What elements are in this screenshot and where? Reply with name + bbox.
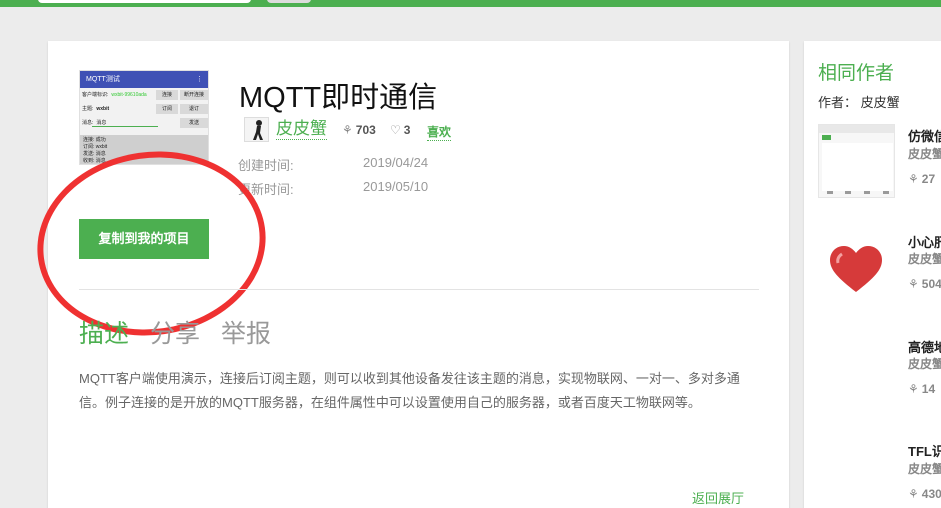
sidebar-item-count-value: 504: [921, 277, 941, 291]
heart-icon: ♡: [390, 123, 401, 137]
preview-send-button: 发送: [180, 118, 208, 128]
preview-log-line: 订阅: wxbit: [83, 144, 108, 150]
updated-value: 2019/05/10: [363, 179, 429, 194]
preview-log-line: 连接: 成功: [83, 137, 106, 143]
sidebar-item-count: ⚘ 430: [908, 487, 941, 501]
preview-unsubscribe-button: 退订: [180, 104, 208, 114]
back-to-gallery-link[interactable]: 返回展厅: [692, 488, 744, 507]
preview-app-bar: MQTT测试 ⋮: [80, 71, 208, 88]
tree-icon: ⚘: [908, 172, 919, 186]
views-value: 703: [355, 123, 376, 137]
tree-icon: ⚘: [908, 487, 919, 501]
sidebar-item-author: 皮皮蟹: [908, 147, 941, 161]
sidebar-author-line: 作者： 皮皮蟹: [818, 95, 900, 110]
project-title: MQTT即时通信: [239, 82, 438, 114]
author-name-link[interactable]: 皮皮蟹: [276, 119, 327, 140]
sidebar-item-author: 皮皮蟹: [908, 252, 941, 266]
preview-menu-icon: ⋮: [196, 76, 203, 83]
preview-client-row: 客户端标识: wxbit-99610ada 连接 断开连接: [80, 88, 208, 102]
heart-icon: [830, 246, 882, 292]
sidebar-title: 相同作者: [818, 63, 895, 84]
wechat-clone-screenshot-icon: [819, 125, 894, 194]
tab-share[interactable]: 分享: [150, 314, 200, 350]
likes-count: ♡ 3: [390, 123, 410, 137]
preview-client-value: wxbit-99610ada: [111, 92, 147, 98]
tree-icon: ⚘: [908, 277, 919, 291]
preview-subscribe-button: 订阅: [156, 104, 178, 114]
section-divider: [79, 289, 759, 290]
sidebar-item-count: ⚘ 27: [908, 172, 935, 186]
avatar-figure-icon: [245, 118, 268, 141]
tab-report[interactable]: 举报: [221, 314, 271, 350]
preview-log-line: 收到: 消息: [83, 158, 106, 164]
sidebar-item-name[interactable]: 仿微信: [908, 126, 941, 145]
views-count: ⚘ 703: [342, 123, 376, 137]
sidebar-item-name[interactable]: 高德地: [908, 337, 941, 356]
preview-connect-button: 连接: [156, 90, 178, 100]
sidebar-item-author: 皮皮蟹: [908, 462, 941, 476]
sidebar-item-name[interactable]: 小心肝: [908, 232, 941, 251]
preview-topic-value: wxbit: [96, 106, 110, 112]
created-value: 2019/04/24: [363, 155, 429, 170]
tree-icon: ⚘: [342, 123, 353, 137]
preview-topic-row: 主题: wxbit 订阅 退订: [80, 102, 208, 116]
preview-topic-label: 主题:: [82, 106, 94, 112]
sidebar-item-thumbnail[interactable]: [818, 232, 895, 306]
preview-input-underline: [92, 126, 158, 127]
likes-value: 3: [403, 123, 411, 137]
preview-log: 连接: 成功 订阅: wxbit 发送: 消息 收到: 消息: [80, 135, 208, 164]
app-preview-screenshot: MQTT测试 ⋮ 客户端标识: wxbit-99610ada 连接 断开连接 主题…: [79, 70, 209, 165]
author-avatar[interactable]: [244, 117, 269, 142]
sidebar-item-thumbnail[interactable]: [818, 124, 895, 198]
preview-app-title: MQTT测试: [86, 76, 120, 83]
sidebar-item-name[interactable]: TFL识: [908, 441, 941, 460]
tree-icon: ⚘: [908, 382, 919, 396]
preview-client-label: 客户端标识:: [82, 92, 109, 98]
sidebar-item-count: ⚘ 14: [908, 382, 935, 396]
sidebar-item-count-value: 14: [921, 382, 936, 396]
created-label: 创建时间:: [238, 158, 294, 173]
sidebar-item-author: 皮皮蟹: [908, 357, 941, 371]
project-description: MQTT客户端使用演示，连接后订阅主题，则可以收到其他设备发往该主题的消息，实现…: [79, 371, 740, 410]
preview-log-line: 发送: 消息: [83, 151, 106, 157]
top-nav-bar: [0, 0, 941, 7]
sidebar-item-count-value: 27: [921, 172, 936, 186]
search-button[interactable]: [267, 0, 311, 3]
preview-message-row: 消息: 消息 发送: [80, 116, 208, 130]
sidebar-item-count-value: 430: [921, 487, 941, 501]
updated-label: 更新时间:: [238, 182, 294, 197]
preview-disconnect-button: 断开连接: [180, 90, 208, 100]
search-input[interactable]: [38, 0, 251, 3]
tab-describe[interactable]: 描述: [79, 314, 129, 350]
like-button[interactable]: 喜欢: [427, 123, 452, 141]
copy-to-my-project-button[interactable]: 复制到我的项目: [79, 219, 209, 259]
sidebar-item-count: ⚘ 504: [908, 277, 941, 291]
